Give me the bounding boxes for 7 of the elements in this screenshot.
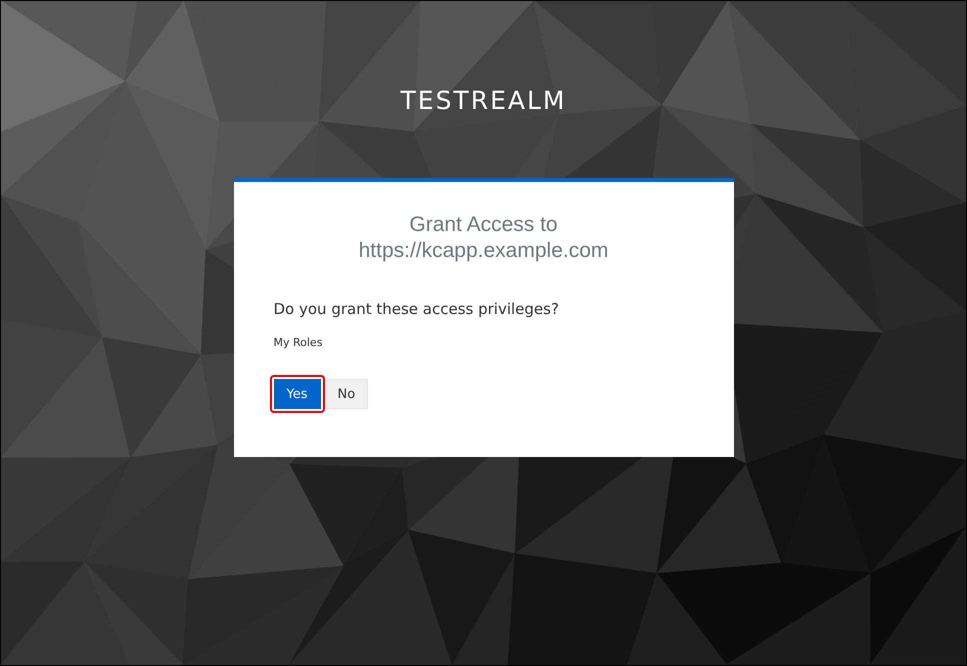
card-heading: https://kcapp.example.com [358, 238, 610, 264]
realm-title: TESTREALM [400, 85, 566, 117]
yes-button[interactable]: Yes [274, 379, 320, 409]
scope-label: My Roles [274, 336, 324, 349]
consent-question: Do you grant these access privileges? [274, 300, 560, 318]
card-heading: Grant Access to [408, 212, 559, 238]
no-button[interactable]: No [324, 379, 368, 409]
